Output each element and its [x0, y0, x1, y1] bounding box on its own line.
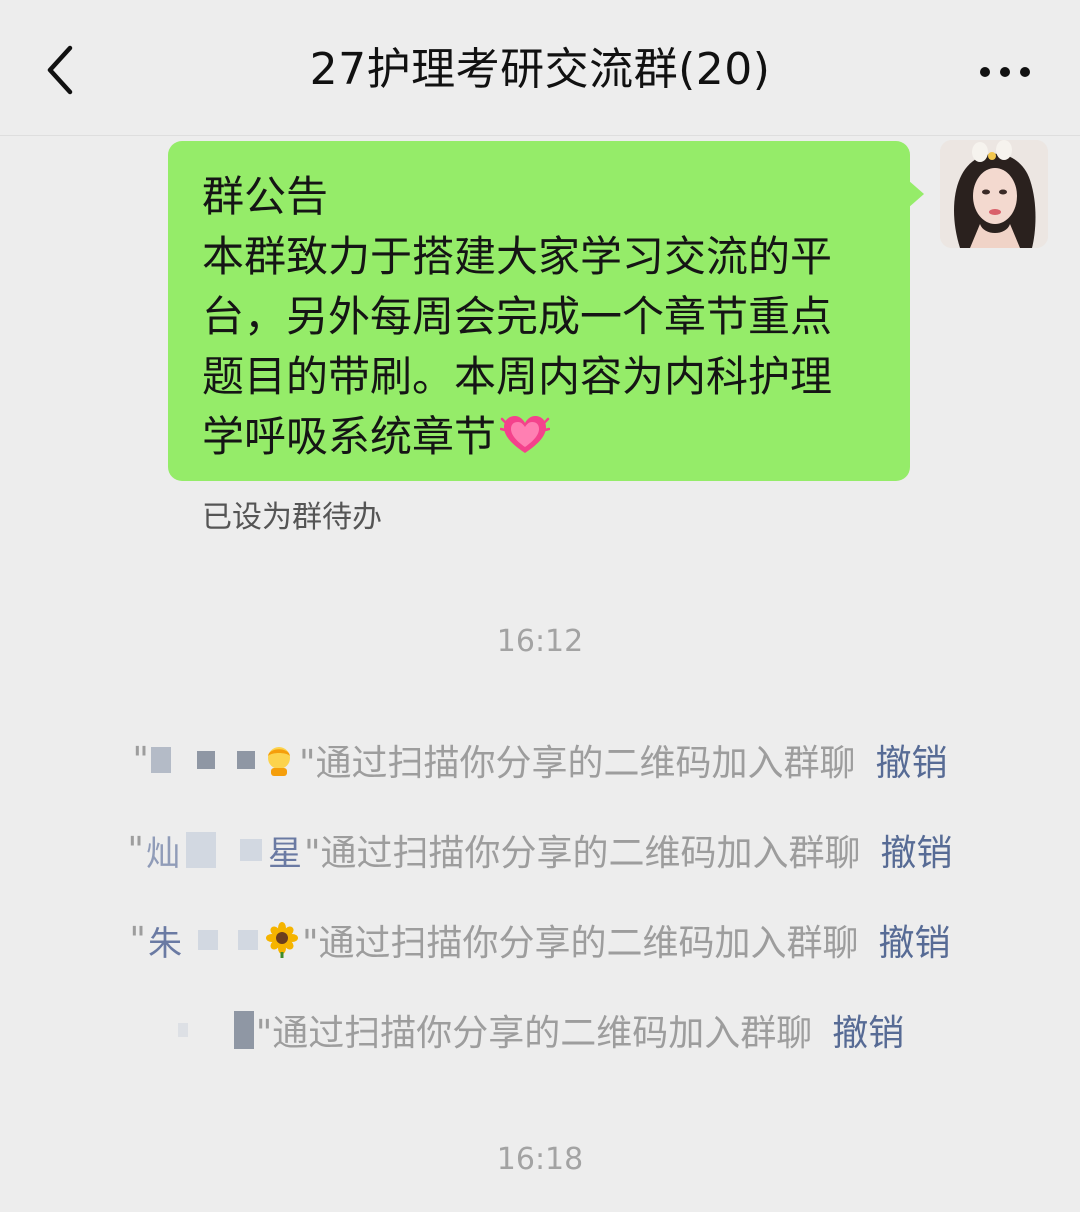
- system-message: " 朱 "通过扫描你分享的二维码加入群聊 撤销: [0, 910, 1080, 970]
- more-button[interactable]: [960, 48, 1050, 96]
- blurred-name: 灿 星: [146, 830, 302, 874]
- timestamp: 16:12: [496, 624, 584, 659]
- blurred-name: [177, 1010, 254, 1050]
- announcement-bubble[interactable]: 群公告 本群致力于搭建大家学习交流的平 台，另外每周会完成一个章节重点 题目的带…: [168, 141, 910, 481]
- system-message: " 灿 星 "通过扫描你分享的二维码加入群聊 撤销: [0, 820, 1080, 880]
- announcement-line-4: 学呼吸系统章节: [202, 412, 497, 461]
- system-message: "通过扫描你分享的二维码加入群聊 撤销: [0, 1000, 1080, 1060]
- revoke-button[interactable]: 撤销: [876, 734, 948, 786]
- system-message-text: "通过扫描你分享的二维码加入群聊: [298, 743, 856, 784]
- system-message-text: "通过扫描你分享的二维码加入群聊: [303, 833, 861, 874]
- announcement-line-2: 台，另外每周会完成一个章节重点: [202, 292, 833, 341]
- top-bar: 27护理考研交流群(20): [0, 0, 1080, 136]
- system-message-text: "通过扫描你分享的二维码加入群聊: [301, 923, 859, 964]
- revoke-button[interactable]: 撤销: [832, 1004, 904, 1056]
- announcement-line-3: 题目的带刷。本周内容为内科护理: [202, 352, 833, 401]
- avatar-image: [940, 140, 1048, 248]
- back-button[interactable]: [30, 40, 90, 100]
- chat-title: 27护理考研交流群(20): [309, 44, 771, 95]
- revoke-button[interactable]: 撤销: [879, 914, 951, 966]
- avatar[interactable]: [940, 140, 1048, 248]
- revoke-button[interactable]: 撤销: [881, 824, 953, 876]
- system-message-text: "通过扫描你分享的二维码加入群聊: [255, 1013, 813, 1054]
- todo-note: 已设为群待办: [202, 500, 382, 535]
- blurred-name: [150, 740, 297, 780]
- growing-heart-icon: [500, 416, 551, 453]
- announcement-title: 群公告: [202, 172, 329, 221]
- blurred-name: 朱: [148, 920, 300, 964]
- name-visible-char: 星: [267, 833, 302, 874]
- more-dots-icon: [980, 67, 1030, 77]
- system-message: " "通过扫描你分享的二维码加入群聊 撤销: [0, 730, 1080, 790]
- announcement-line-1: 本群致力于搭建大家学习交流的平: [202, 232, 833, 281]
- person-emoji-icon: [267, 747, 290, 776]
- chevron-left-icon: [47, 45, 73, 95]
- sunflower-icon: [265, 922, 298, 958]
- timestamp: 16:18: [496, 1142, 584, 1177]
- bubble-tail: [908, 180, 924, 208]
